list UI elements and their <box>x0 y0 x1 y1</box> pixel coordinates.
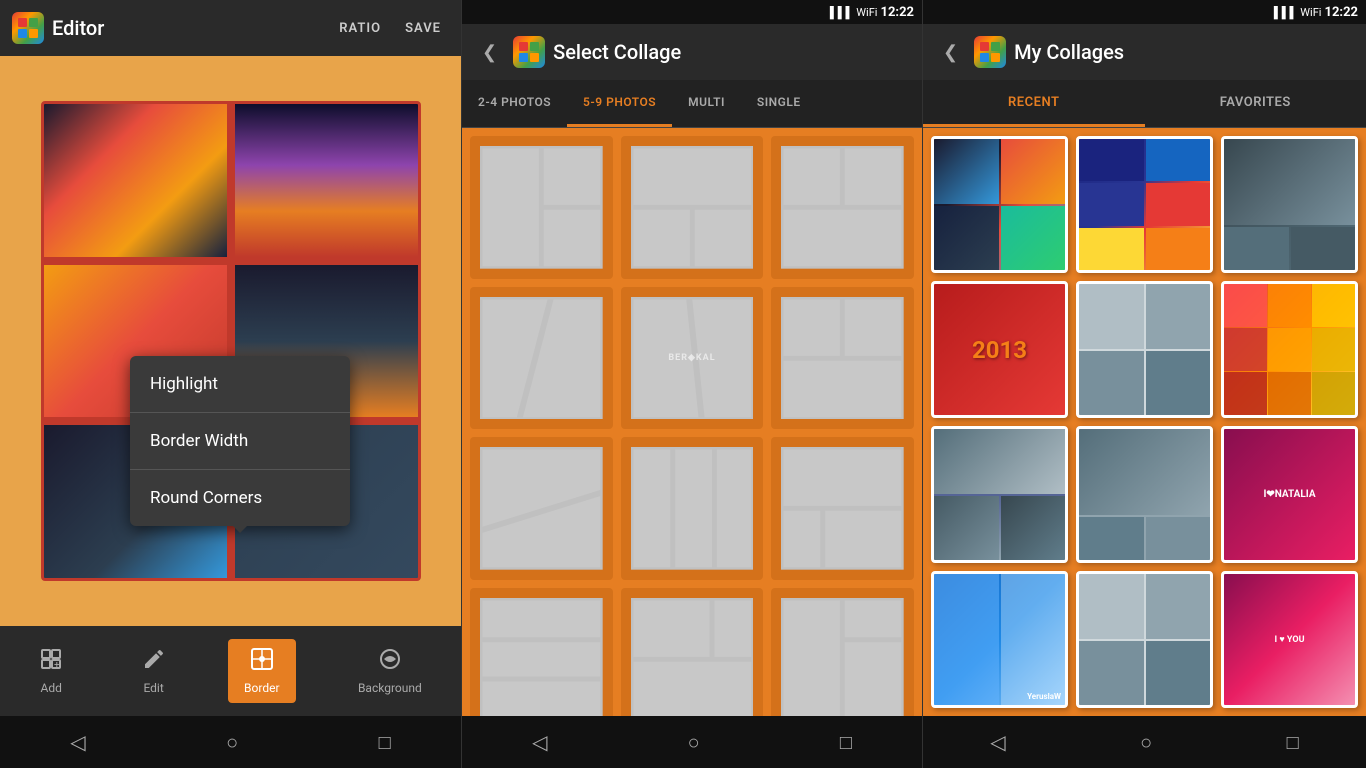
tab-single[interactable]: SINGLE <box>741 80 817 127</box>
collage-template-grid: BER◆KAL <box>462 128 922 716</box>
app-icon <box>12 12 44 44</box>
background-label: Background <box>358 681 422 695</box>
menu-item-highlight[interactable]: Highlight <box>130 356 350 413</box>
collage-cell-2[interactable] <box>235 104 418 257</box>
menu-item-round-corners[interactable]: Round Corners <box>130 470 350 526</box>
tab-2-4-photos[interactable]: 2-4 PHOTOS <box>462 80 567 127</box>
tab-recent[interactable]: RECENT <box>923 80 1145 127</box>
select-back-button[interactable]: ❮ <box>474 38 505 67</box>
mycollages-android-nav: ◁ ○ □ <box>923 716 1366 768</box>
save-button[interactable]: SAVE <box>397 17 449 40</box>
editor-title: Editor <box>52 16 323 40</box>
toolbar-edit[interactable]: Edit <box>126 639 182 703</box>
mc-time-display: 12:22 <box>1325 5 1359 20</box>
mycollages-status-bar: ▌▌▌ WiFi 12:22 <box>923 0 1366 24</box>
nav-home[interactable]: ○ <box>226 730 238 755</box>
editor-header: Editor RATIO SAVE <box>0 0 461 56</box>
mc-nav-home[interactable]: ○ <box>1140 730 1152 755</box>
signal-icon: ▌▌▌ <box>830 6 853 19</box>
mc-signal-icon: ▌▌▌ <box>1274 6 1297 19</box>
bottom-toolbar: + Add Edit Border <box>0 626 461 716</box>
mc-nav-back[interactable]: ◁ <box>990 730 1005 754</box>
collage-thumb-8[interactable] <box>1076 426 1213 563</box>
mycollages-back-button[interactable]: ❮ <box>935 38 966 67</box>
select-status-bar: ▌▌▌ WiFi 12:22 <box>462 0 922 24</box>
select-android-nav: ◁ ○ □ <box>462 716 922 768</box>
collage-thumb-12[interactable]: I ♥ YOU <box>1221 571 1358 708</box>
template-5[interactable]: BER◆KAL <box>621 287 764 430</box>
select-collage-panel: ▌▌▌ WiFi 12:22 ❮ Select Collage 2-4 PHOT… <box>461 0 922 768</box>
my-collages-panel: ▌▌▌ WiFi 12:22 ❮ My Collages RECENT FAVO… <box>922 0 1366 768</box>
editor-android-nav: ◁ ○ □ <box>0 716 461 768</box>
collage-thumb-11[interactable] <box>1076 571 1213 708</box>
mycollages-title: My Collages <box>1014 40 1124 64</box>
editor-panel: Editor RATIO SAVE Highlight Border Width… <box>0 0 461 768</box>
mycollages-header: ❮ My Collages <box>923 24 1366 80</box>
toolbar-border[interactable]: Border <box>228 639 295 703</box>
background-icon <box>378 647 402 677</box>
template-10[interactable] <box>470 588 613 716</box>
edit-icon <box>142 647 166 677</box>
collage-tabs: 2-4 PHOTOS 5-9 PHOTOS MULTI SINGLE <box>462 80 922 128</box>
add-icon: + <box>39 647 63 677</box>
select-header: ❮ Select Collage <box>462 24 922 80</box>
context-menu: Highlight Border Width Round Corners <box>130 356 350 526</box>
add-label: Add <box>41 681 62 695</box>
collage-cell-1[interactable] <box>44 104 227 257</box>
mc-nav-recents[interactable]: □ <box>1287 730 1299 755</box>
collage-thumb-7[interactable] <box>931 426 1068 563</box>
mc-wifi-icon: WiFi <box>1300 6 1321 19</box>
collage-thumb-10[interactable]: YeruslaW <box>931 571 1068 708</box>
mycollages-app-icon <box>974 36 1006 68</box>
collage-thumb-4[interactable]: 2013 <box>931 281 1068 418</box>
collage-thumb-9[interactable]: I❤NATALIA <box>1221 426 1358 563</box>
template-8[interactable] <box>621 437 764 580</box>
template-9[interactable] <box>771 437 914 580</box>
template-2[interactable] <box>621 136 764 279</box>
template-4[interactable] <box>470 287 613 430</box>
collage-thumb-5[interactable] <box>1076 281 1213 418</box>
menu-item-border-width[interactable]: Border Width <box>130 413 350 470</box>
template-3[interactable] <box>771 136 914 279</box>
ratio-button[interactable]: RATIO <box>331 17 389 40</box>
template-1[interactable] <box>470 136 613 279</box>
template-12[interactable] <box>771 588 914 716</box>
mycollages-grid: 2013 <box>923 128 1366 716</box>
svg-text:+: + <box>54 660 60 671</box>
mycollages-tabs: RECENT FAVORITES <box>923 80 1366 128</box>
select-nav-recents[interactable]: □ <box>840 730 852 755</box>
collage-canvas: Highlight Border Width Round Corners <box>0 56 461 626</box>
wifi-icon: WiFi <box>856 6 877 19</box>
collage-thumb-3[interactable] <box>1221 136 1358 273</box>
template-7[interactable] <box>470 437 613 580</box>
collage-thumb-1[interactable] <box>931 136 1068 273</box>
border-label: Border <box>244 681 279 695</box>
time-display: 12:22 <box>881 5 915 20</box>
template-6[interactable] <box>771 287 914 430</box>
toolbar-add[interactable]: + Add <box>23 639 79 703</box>
collage-thumb-2[interactable] <box>1076 136 1213 273</box>
select-nav-back[interactable]: ◁ <box>532 730 547 754</box>
select-title: Select Collage <box>553 40 681 64</box>
edit-label: Edit <box>143 681 163 695</box>
select-app-icon <box>513 36 545 68</box>
nav-back[interactable]: ◁ <box>70 730 85 754</box>
tab-favorites[interactable]: FAVORITES <box>1145 80 1366 127</box>
collage-thumb-6[interactable] <box>1221 281 1358 418</box>
border-icon <box>250 647 274 677</box>
nav-recents[interactable]: □ <box>379 730 391 755</box>
template-11[interactable] <box>621 588 764 716</box>
tab-5-9-photos[interactable]: 5-9 PHOTOS <box>567 80 672 127</box>
select-nav-home[interactable]: ○ <box>688 730 700 755</box>
toolbar-background[interactable]: Background <box>342 639 438 703</box>
tab-multi[interactable]: MULTI <box>672 80 741 127</box>
